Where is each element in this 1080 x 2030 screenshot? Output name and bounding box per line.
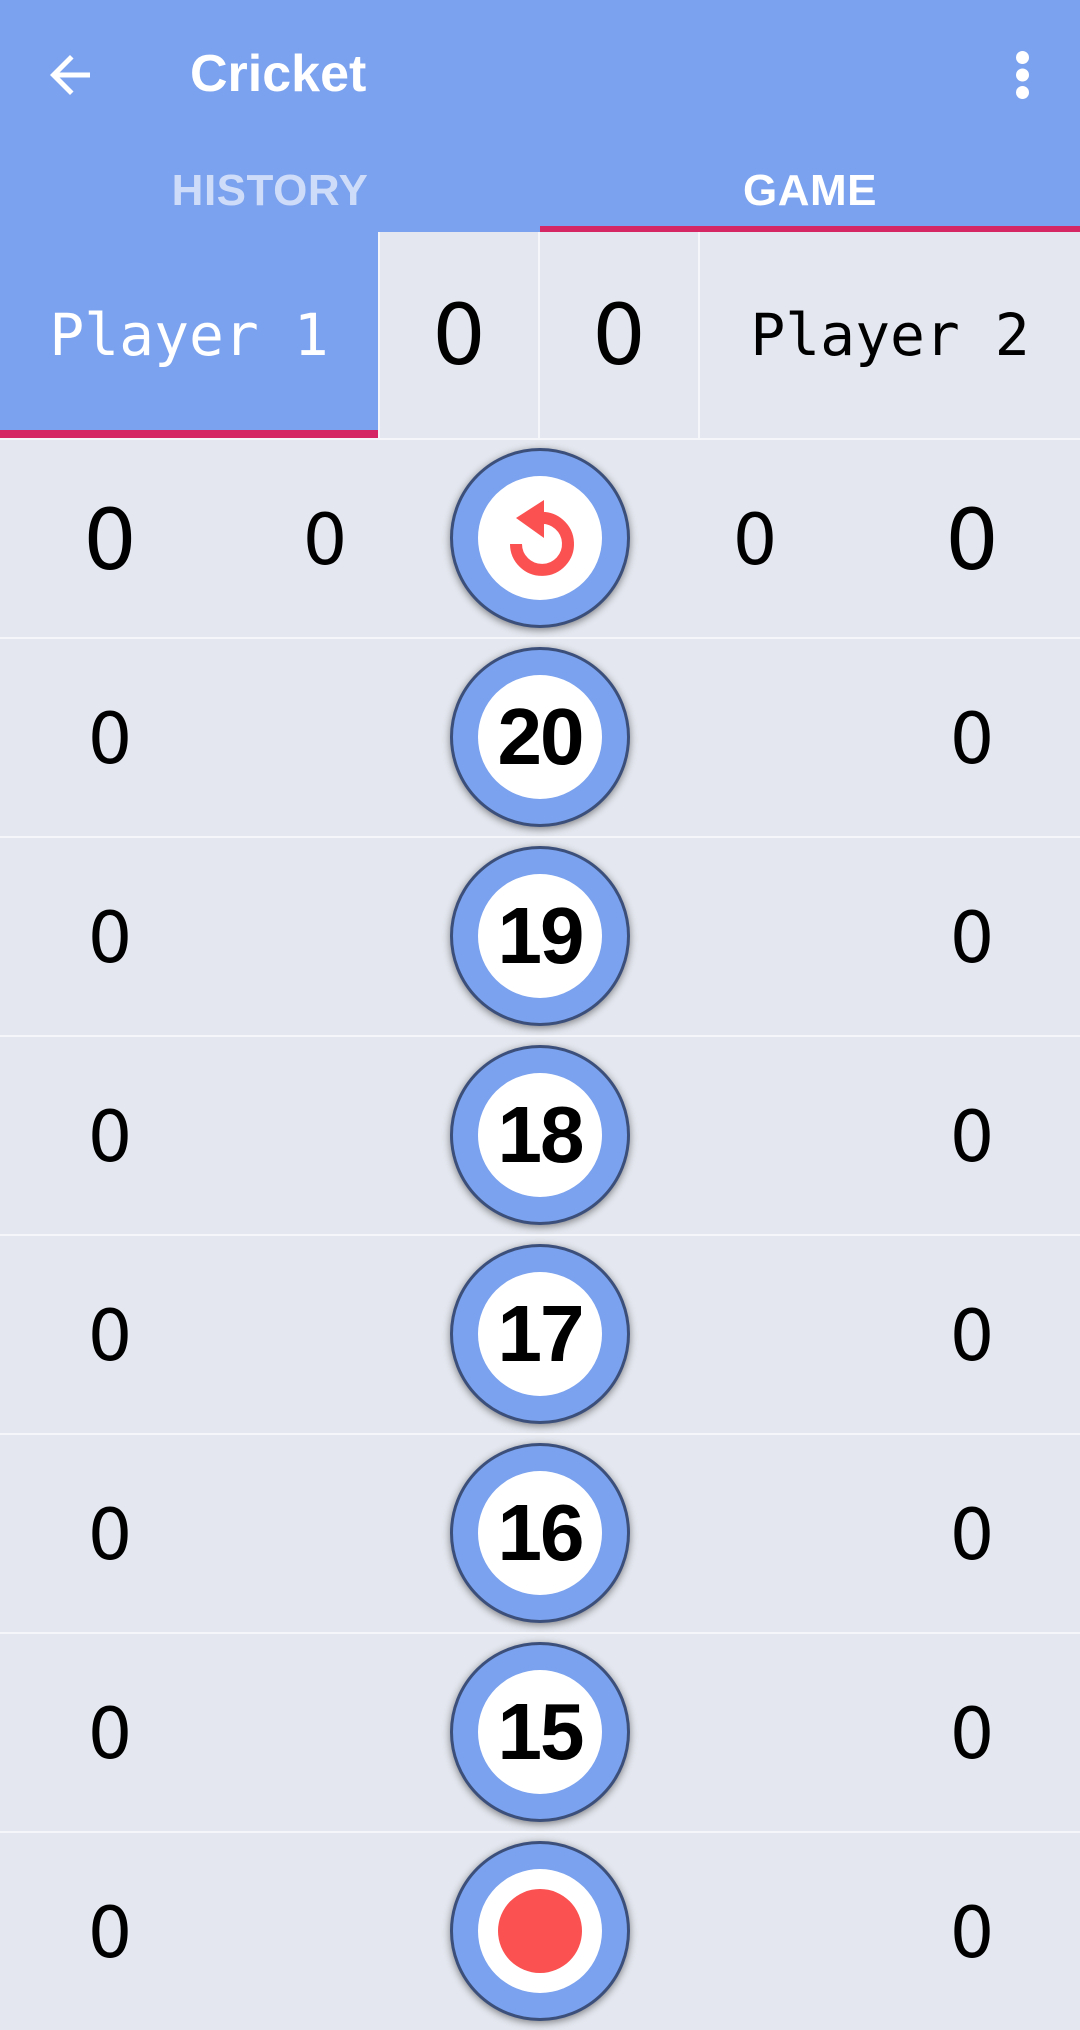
- player1-score: 0: [380, 232, 540, 438]
- more-vert-icon: [1016, 51, 1029, 99]
- player1-hits[interactable]: 0: [40, 1634, 180, 1833]
- target-label: 19: [478, 874, 602, 998]
- player2-total: 0: [945, 490, 999, 589]
- page-title: Cricket: [190, 45, 367, 103]
- player2-points: 0: [732, 498, 778, 581]
- player2-name[interactable]: Player 2: [700, 232, 1080, 438]
- scoreboard: 0 0 0 0 0 20 0 0 19 0 0 18 0 0 17 0 0 16…: [0, 440, 1080, 2030]
- target-row: 0 19 0: [0, 838, 1080, 1037]
- target-row: 0 18 0: [0, 1037, 1080, 1236]
- player2-hits[interactable]: 0: [902, 1037, 1042, 1236]
- target-row: 0 15 0: [0, 1634, 1080, 1833]
- player1-hits[interactable]: 0: [40, 1833, 180, 2030]
- target-row: 0 16 0: [0, 1435, 1080, 1634]
- target-label: 15: [478, 1670, 602, 1794]
- app-bar: Cricket HISTORY GAME: [0, 0, 1080, 232]
- player2-hits[interactable]: 0: [902, 1435, 1042, 1634]
- target-button[interactable]: 20: [450, 647, 630, 827]
- player2-hits[interactable]: 0: [902, 1833, 1042, 2030]
- target-label: 17: [478, 1272, 602, 1396]
- tab-bar: HISTORY GAME: [0, 150, 1080, 232]
- player2-hits[interactable]: 0: [902, 1236, 1042, 1435]
- target-row: 0 17 0: [0, 1236, 1080, 1435]
- back-button[interactable]: [40, 45, 100, 105]
- undo-row: 0 0 0 0: [0, 440, 1080, 639]
- player1-name[interactable]: Player 1: [0, 232, 380, 438]
- target-label: 18: [478, 1073, 602, 1197]
- player2-hits[interactable]: 0: [902, 639, 1042, 838]
- tab-history[interactable]: HISTORY: [0, 150, 540, 232]
- undo-icon: [510, 500, 574, 576]
- player1-hits[interactable]: 0: [40, 1435, 180, 1634]
- player2-hits[interactable]: 0: [902, 1634, 1042, 1833]
- target-button[interactable]: 16: [450, 1443, 630, 1623]
- player1-hits[interactable]: 0: [40, 1236, 180, 1435]
- player-header-row: Player 1 0 0 Player 2: [0, 232, 1080, 440]
- target-row: 0 20 0: [0, 639, 1080, 838]
- player1-points: 0: [302, 498, 348, 581]
- target-label: 16: [478, 1471, 602, 1595]
- player1-hits[interactable]: 0: [40, 639, 180, 838]
- target-button[interactable]: 15: [450, 1642, 630, 1822]
- player2-hits[interactable]: 0: [902, 838, 1042, 1037]
- undo-button[interactable]: [450, 448, 630, 628]
- bullseye-button[interactable]: [450, 1841, 630, 2021]
- player1-hits[interactable]: 0: [40, 838, 180, 1037]
- target-label: 20: [478, 675, 602, 799]
- player1-hits[interactable]: 0: [40, 1037, 180, 1236]
- player1-total: 0: [83, 490, 137, 589]
- target-button[interactable]: 19: [450, 846, 630, 1026]
- overflow-menu-button[interactable]: [1005, 45, 1040, 105]
- tab-game[interactable]: GAME: [540, 150, 1080, 232]
- bullseye-row: 0 0: [0, 1833, 1080, 2030]
- target-button[interactable]: 17: [450, 1244, 630, 1424]
- player2-score: 0: [540, 232, 700, 438]
- target-button[interactable]: 18: [450, 1045, 630, 1225]
- arrow-left-icon: [50, 55, 90, 95]
- bullseye-icon: [498, 1889, 582, 1973]
